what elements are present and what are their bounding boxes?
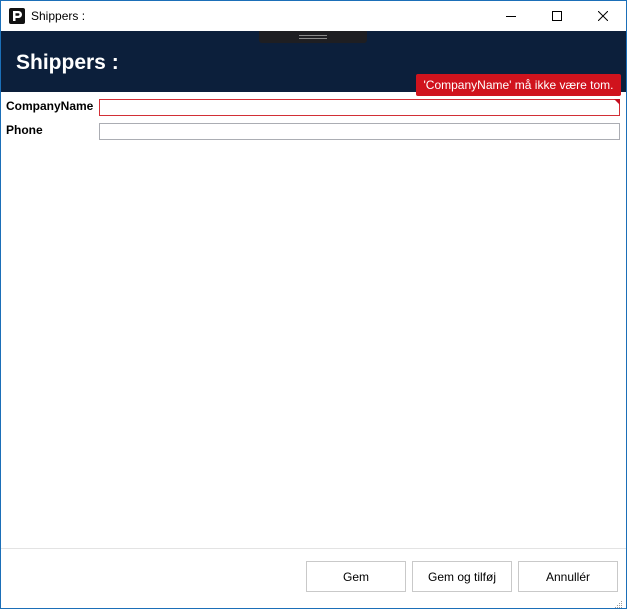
company-name-field[interactable] (99, 99, 620, 116)
dialog-window: Shippers : Shippers : CompanyName Phone … (0, 0, 627, 609)
page-title: Shippers : (16, 51, 119, 74)
maximize-button[interactable] (534, 1, 580, 31)
minimize-button[interactable] (488, 1, 534, 31)
save-button[interactable]: Gem (306, 561, 406, 592)
company-name-label: CompanyName (6, 99, 94, 113)
close-icon (598, 11, 608, 21)
footer-divider (1, 548, 626, 549)
maximize-icon (552, 11, 562, 21)
validation-tooltip: 'CompanyName' må ikke være tom. (416, 74, 621, 96)
minimize-icon (506, 11, 516, 21)
drag-handle-line (299, 35, 327, 36)
error-indicator-icon (614, 99, 620, 105)
p-app-icon (9, 8, 25, 24)
window-title: Shippers : (31, 9, 86, 23)
resize-grip-icon[interactable] (614, 596, 623, 608)
drag-handle-line (299, 38, 327, 39)
phone-field[interactable] (99, 123, 620, 140)
close-button[interactable] (580, 1, 626, 31)
title-bar[interactable]: Shippers : (1, 1, 626, 31)
phone-label: Phone (6, 123, 43, 137)
drag-handle[interactable] (259, 31, 367, 43)
save-and-add-button[interactable]: Gem og tilføj (412, 561, 512, 592)
cancel-button[interactable]: Annullér (518, 561, 618, 592)
